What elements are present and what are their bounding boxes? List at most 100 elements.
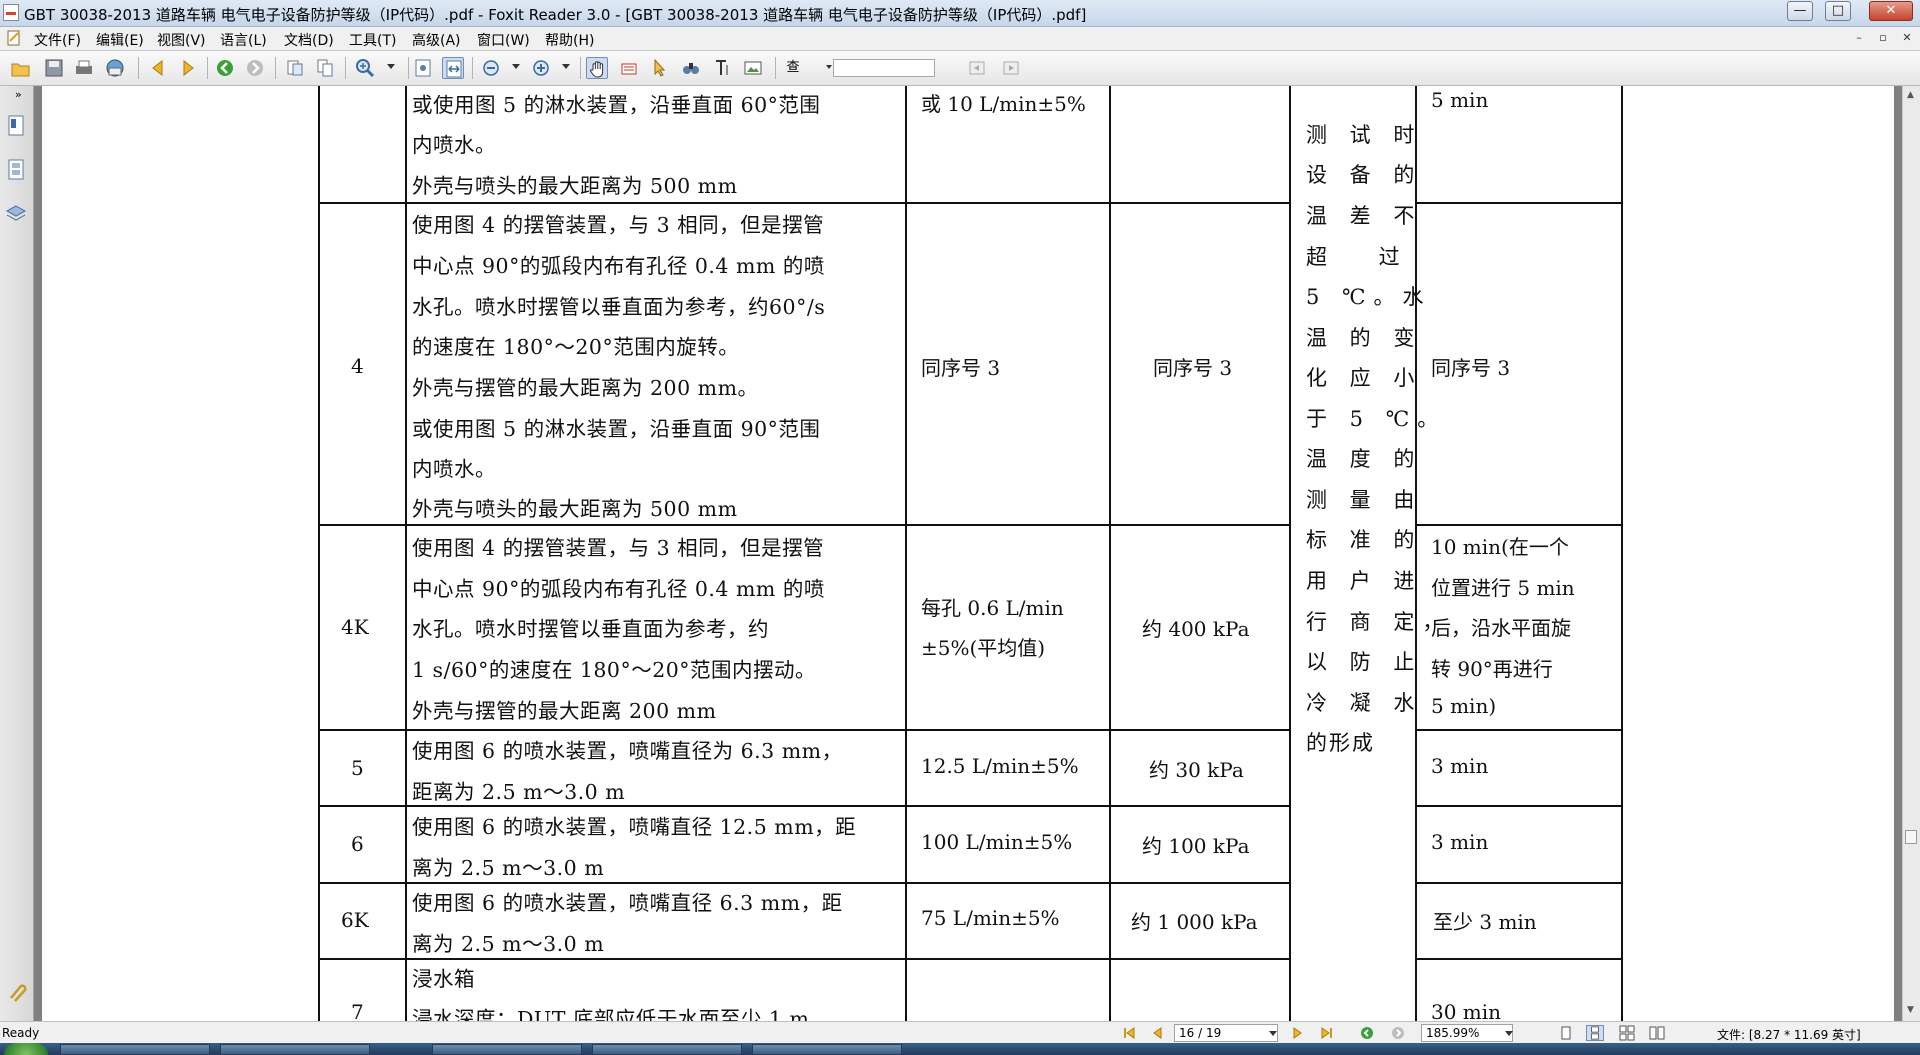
next-view-icon[interactable] [1391,1026,1405,1040]
row-3-flow: 或 10 L/min±5% [921,92,1086,116]
document-icon [7,30,20,46]
zoom-out-dropdown-caret[interactable] [512,64,520,69]
doc-restore-button[interactable]: ▫ [1874,30,1892,46]
table-rule [1415,958,1623,960]
first-page-icon[interactable] [1122,1026,1136,1040]
email-icon[interactable] [104,57,126,79]
table-rule [1415,805,1623,807]
search-input[interactable] [833,59,935,77]
doc-minimize-button[interactable]: – [1850,30,1868,46]
scroll-up-icon[interactable]: ▲ [1907,90,1914,100]
doc-close-button[interactable]: ✕ [1898,30,1916,46]
zoom-dropdown-caret[interactable] [387,64,395,69]
text-select-icon[interactable] [712,57,734,79]
menu-tools[interactable]: 工具(T) [349,30,396,50]
taskbar-item[interactable] [60,1044,210,1055]
minimize-button[interactable]: — [1787,1,1813,21]
find-prev-icon[interactable] [966,57,988,79]
row-3-desc-line: 内喷水。 [412,133,496,157]
close-button[interactable]: ✕ [1869,1,1913,21]
row-5-desc-line: 使用图 6 的喷水装置，喷嘴直径为 6.3 mm， [412,739,843,763]
find-icon[interactable] [680,57,702,79]
next-view-icon[interactable] [244,57,266,79]
row-4-desc-line: 水孔。喷水时摆管以垂直面为参考，约60°/s [412,295,826,319]
taskbar-item[interactable] [592,1044,742,1055]
menu-document[interactable]: 文档(D) [284,30,334,50]
pages-icon[interactable] [314,57,336,79]
row-6-desc-line: 使用图 6 的喷水装置，喷嘴直径 12.5 mm，距 [412,815,857,839]
facing-view-icon[interactable] [1618,1025,1636,1041]
find-dropdown-caret[interactable] [826,65,832,69]
toolbar-separator [472,57,473,79]
row-4k-duration-line: 转 90°再进行 [1431,657,1553,681]
menu-window[interactable]: 窗口(W) [477,30,530,50]
layers-icon[interactable] [5,202,27,226]
row-5-desc-line: 距离为 2.5 m～3.0 m [412,780,626,804]
menu-advanced[interactable]: 高级(A) [412,30,461,50]
menu-file[interactable]: 文件(F) [34,30,81,50]
page-dropdown-caret[interactable] [1269,1031,1277,1036]
maximize-button[interactable]: □ [1825,1,1851,21]
last-page-icon[interactable] [1320,1026,1334,1040]
document-view[interactable]: 或使用图 5 的淋水装置，沿垂直面 60°范围 内喷水。 外壳与喷头的最大距离为… [34,86,1902,1021]
single-page-view-icon[interactable] [1557,1025,1575,1041]
find-next-icon[interactable] [1000,57,1022,79]
rotate-view-icon[interactable] [284,57,306,79]
zoom-dropdown-caret[interactable] [1505,1031,1513,1036]
print-icon[interactable] [73,57,95,79]
select-icon[interactable] [648,57,670,79]
temperature-note-line: 标 准 的 [1306,528,1423,552]
zoom-in-icon[interactable] [354,57,376,79]
previous-view-icon[interactable] [214,57,236,79]
menu-help[interactable]: 帮助(H) [545,30,594,50]
continuous-facing-view-icon[interactable] [1648,1025,1666,1041]
zoom-out-icon[interactable] [480,57,502,79]
scroll-down-icon[interactable]: ▼ [1907,1005,1914,1015]
taskbar-item[interactable] [752,1044,902,1055]
zoom-in-plus-icon[interactable] [530,57,552,79]
row-5-pressure: 约 30 kPa [1149,758,1244,782]
table-rule [318,958,1291,960]
fit-page-icon[interactable] [412,57,434,79]
temperature-note-line: 测 量 由 [1306,488,1423,512]
row-4k-flow-line: 每孔 0.6 L/min [921,596,1064,620]
scroll-thumb[interactable] [1905,830,1917,844]
snapshot-icon[interactable] [618,57,640,79]
save-icon[interactable] [43,57,65,79]
find-text-icon[interactable]: 查 [782,57,804,79]
image-select-icon[interactable] [742,57,764,79]
continuous-view-icon[interactable] [1586,1025,1604,1041]
toolbar-separator [275,57,276,79]
start-button[interactable] [4,1043,48,1055]
menu-language[interactable]: 语言(L) [220,30,267,50]
pages-thumbnail-icon[interactable] [5,158,27,182]
row-5-duration: 3 min [1431,754,1489,778]
previous-page-icon[interactable] [1150,1026,1164,1040]
menu-view[interactable]: 视图(V) [157,30,206,50]
row-4k-duration-line: 位置进行 5 min [1431,576,1575,600]
table-rule [1621,86,1623,1021]
temperature-note-line: 超 过 [1306,245,1408,269]
bookmarks-icon[interactable] [5,114,27,138]
row-6k-duration: 至少 3 min [1433,910,1537,934]
fit-width-icon[interactable] [442,57,464,79]
next-page-icon[interactable] [1291,1026,1305,1040]
previous-view-icon[interactable] [1360,1026,1374,1040]
back-icon[interactable] [147,57,169,79]
row-6-code: 6 [351,832,364,856]
hand-tool-icon[interactable] [586,57,608,79]
table-rule [318,524,1291,526]
pdf-page: 或使用图 5 的淋水装置，沿垂直面 60°范围 内喷水。 外壳与喷头的最大距离为… [42,86,1894,1021]
attachment-icon[interactable] [5,980,27,1004]
forward-icon[interactable] [177,57,199,79]
taskbar-item[interactable] [220,1044,370,1055]
taskbar-item[interactable] [432,1044,582,1055]
expand-panel-icon[interactable]: » [15,88,22,101]
open-icon[interactable] [10,57,32,79]
vertical-scrollbar[interactable]: ▲ ▼ [1902,86,1920,1021]
zoom-in-dropdown-caret[interactable] [562,64,570,69]
row-4k-code: 4K [341,615,369,639]
zoom-level-field[interactable]: 185.99% [1421,1024,1513,1042]
menu-edit[interactable]: 编辑(E) [96,30,144,50]
page-number-field[interactable]: 16 / 19 [1174,1024,1278,1042]
